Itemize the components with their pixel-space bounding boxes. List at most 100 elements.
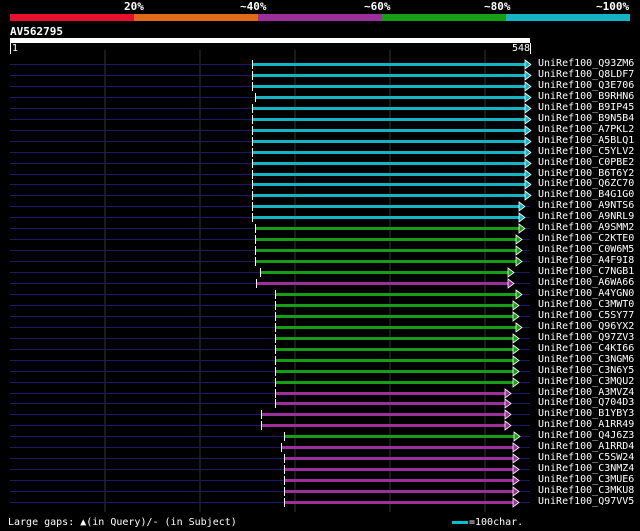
gaps-legend: Large gaps: ▲(in Query)/- (in Subject) <box>8 517 237 528</box>
hit-end-arrow <box>515 245 523 256</box>
hit-bar[interactable] <box>252 151 525 154</box>
hit-bar[interactable] <box>284 479 513 482</box>
hit-bar[interactable] <box>252 173 525 176</box>
hit-end-arrow <box>504 398 512 409</box>
hit-label[interactable]: UniRef100_B1YBY3 <box>538 408 634 419</box>
hit-bar[interactable] <box>281 446 513 449</box>
hit-bar[interactable] <box>252 216 519 219</box>
hit-bar[interactable] <box>275 315 513 318</box>
scale-swatch <box>452 520 468 524</box>
hit-label[interactable]: UniRef100_A1RRD4 <box>538 441 634 452</box>
hit-bar[interactable] <box>275 359 513 362</box>
hit-label[interactable]: UniRef100_C5SW24 <box>538 452 634 463</box>
hit-end-arrow <box>524 70 532 81</box>
hit-label[interactable]: UniRef100_B9N5B4 <box>538 113 634 124</box>
hit-bar[interactable] <box>252 194 525 197</box>
hit-end-arrow <box>512 377 520 388</box>
hit-label[interactable]: UniRef100_C7NGB1 <box>538 266 634 277</box>
scale-text: =100char. <box>469 517 524 528</box>
hit-label[interactable]: UniRef100_C2KTE0 <box>538 233 634 244</box>
hit-end-arrow <box>515 234 523 245</box>
hit-label[interactable]: UniRef100_C0W6M5 <box>538 244 634 255</box>
hit-bar[interactable] <box>260 271 508 274</box>
hit-bar[interactable] <box>284 490 513 493</box>
hit-bar[interactable] <box>252 205 519 208</box>
hit-bar[interactable] <box>275 402 505 405</box>
hit-label[interactable]: UniRef100_Q97VV5 <box>538 496 634 507</box>
hit-label[interactable]: UniRef100_C4KI66 <box>538 343 634 354</box>
hit-label[interactable]: UniRef100_C3MWT0 <box>538 299 634 310</box>
hit-bar[interactable] <box>252 183 525 186</box>
hit-end-arrow <box>512 300 520 311</box>
hit-bar[interactable] <box>275 392 505 395</box>
hit-bar[interactable] <box>284 457 513 460</box>
hit-label[interactable]: UniRef100_A7PKL2 <box>538 124 634 135</box>
hit-end-arrow <box>512 333 520 344</box>
hit-label[interactable]: UniRef100_Q93ZM6 <box>538 58 634 69</box>
hit-end-arrow <box>504 388 512 399</box>
hit-label[interactable]: UniRef100_Q3E706 <box>538 80 634 91</box>
hit-label[interactable]: UniRef100_Q4J6Z3 <box>538 430 634 441</box>
hit-label[interactable]: UniRef100_A4YGN0 <box>538 288 634 299</box>
hit-label[interactable]: UniRef100_B4G1G0 <box>538 189 634 200</box>
hit-bar[interactable] <box>261 424 505 427</box>
hit-label[interactable]: UniRef100_C3NGM6 <box>538 354 634 365</box>
hit-label[interactable]: UniRef100_A1RR49 <box>538 419 634 430</box>
hit-label[interactable]: UniRef100_A6WA66 <box>538 277 634 288</box>
hit-bar[interactable] <box>255 96 525 99</box>
hit-bar[interactable] <box>252 140 525 143</box>
hit-bar[interactable] <box>255 227 519 230</box>
hit-label[interactable]: UniRef100_C5YLV2 <box>538 146 634 157</box>
hit-bar[interactable] <box>252 107 525 110</box>
hit-bar[interactable] <box>275 381 513 384</box>
hit-label[interactable]: UniRef100_B9RHN6 <box>538 91 634 102</box>
hit-bar[interactable] <box>252 162 525 165</box>
hit-label[interactable]: UniRef100_A9NTS6 <box>538 200 634 211</box>
hit-label[interactable]: UniRef100_Q6ZC70 <box>538 178 634 189</box>
hit-bar[interactable] <box>275 370 513 373</box>
hit-bar[interactable] <box>275 293 516 296</box>
hit-label[interactable]: UniRef100_Q97ZV3 <box>538 332 634 343</box>
hit-bar[interactable] <box>275 348 513 351</box>
hit-label[interactable]: UniRef100_Q8LDF7 <box>538 69 634 80</box>
hit-bar[interactable] <box>252 74 525 77</box>
hit-bar[interactable] <box>252 129 525 132</box>
hit-label[interactable]: UniRef100_C5SY77 <box>538 310 634 321</box>
hit-label[interactable]: UniRef100_A9SMM2 <box>538 222 634 233</box>
hit-bar[interactable] <box>275 326 516 329</box>
hit-bar[interactable] <box>275 337 513 340</box>
hit-bar[interactable] <box>256 282 508 285</box>
hit-bar[interactable] <box>252 63 525 66</box>
hit-bar[interactable] <box>284 468 513 471</box>
hit-end-arrow <box>524 190 532 201</box>
hit-end-arrow <box>524 136 532 147</box>
hit-label[interactable]: UniRef100_A9NRL9 <box>538 211 634 222</box>
scale-legend: =100char. <box>452 517 523 529</box>
hit-label[interactable]: UniRef100_C3MUE6 <box>538 474 634 485</box>
hit-label[interactable]: UniRef100_C3MQU2 <box>538 376 634 387</box>
hit-label[interactable]: UniRef100_A5BLQ1 <box>538 135 634 146</box>
hit-bar[interactable] <box>252 85 525 88</box>
hit-bar[interactable] <box>261 413 505 416</box>
hit-end-arrow <box>524 147 532 158</box>
hit-bar[interactable] <box>252 118 525 121</box>
hit-bar[interactable] <box>284 501 513 504</box>
hit-label[interactable]: UniRef100_Q96YX2 <box>538 321 634 332</box>
hit-bar[interactable] <box>255 249 516 252</box>
hit-end-arrow <box>512 475 520 486</box>
hit-bar[interactable] <box>255 238 516 241</box>
hit-label[interactable]: UniRef100_B9IP45 <box>538 102 634 113</box>
hit-label[interactable]: UniRef100_C0PBE2 <box>538 157 634 168</box>
hit-bar[interactable] <box>255 260 516 263</box>
hit-end-arrow <box>524 179 532 190</box>
hit-label[interactable]: UniRef100_A4F9I8 <box>538 255 634 266</box>
hit-label[interactable]: UniRef100_C3N6Y5 <box>538 365 634 376</box>
hit-end-arrow <box>512 464 520 475</box>
hit-label[interactable]: UniRef100_Q704D3 <box>538 397 634 408</box>
hit-end-arrow <box>524 114 532 125</box>
hit-bar[interactable] <box>275 304 513 307</box>
hit-end-arrow <box>513 431 521 442</box>
hit-label[interactable]: UniRef100_C3NMZ4 <box>538 463 634 474</box>
hit-bar[interactable] <box>284 435 514 438</box>
hit-label[interactable]: UniRef100_C3MKU8 <box>538 485 634 496</box>
